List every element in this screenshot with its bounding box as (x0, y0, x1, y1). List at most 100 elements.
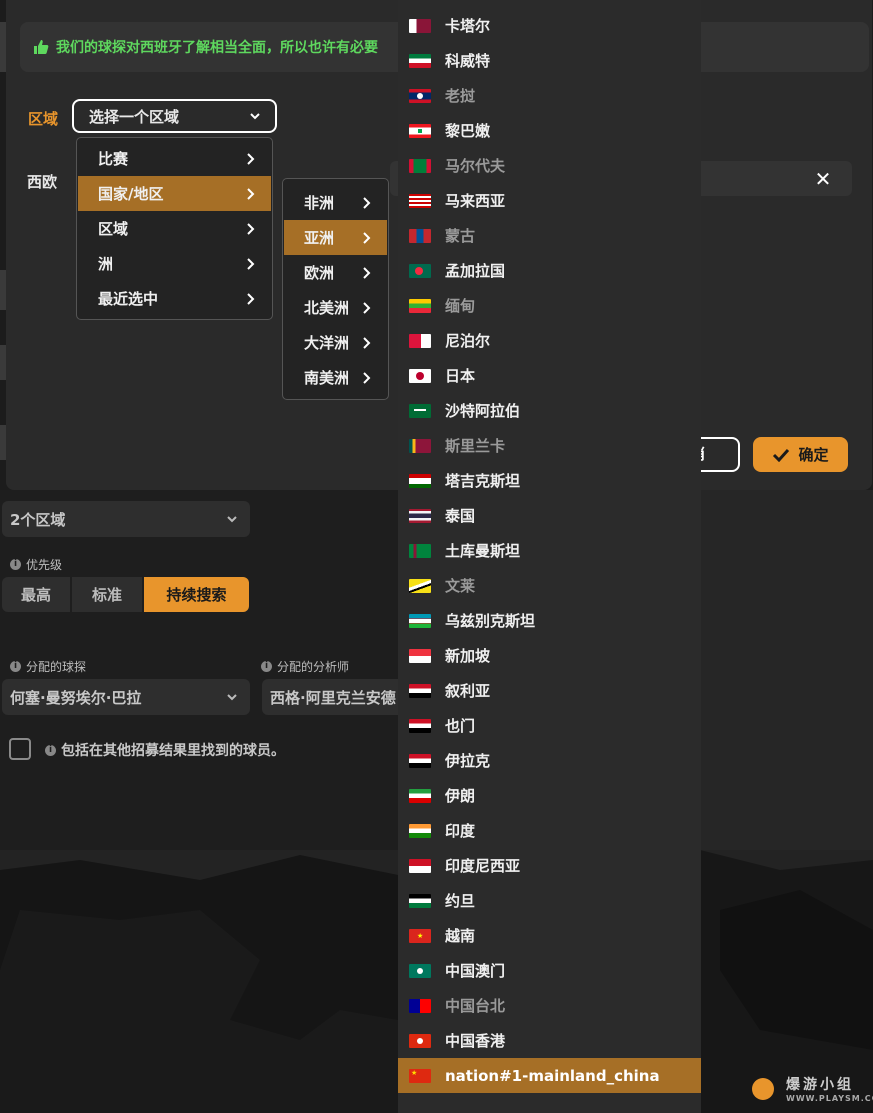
country-item[interactable]: 伊朗 (398, 778, 701, 813)
chevron-right-icon (363, 231, 371, 244)
menu-item-europe[interactable]: 欧洲 (284, 255, 387, 290)
country-item[interactable]: 印度尼西亚 (398, 848, 701, 883)
scout-select[interactable]: 何塞·曼努埃尔·巴拉 (2, 679, 250, 715)
menu-item-label: 洲 (98, 255, 114, 273)
chevron-right-icon (247, 152, 255, 165)
country-item[interactable]: 科威特 (398, 43, 701, 78)
country-item[interactable]: 中国台北 (398, 988, 701, 1023)
country-item[interactable]: 印度 (398, 813, 701, 848)
country-item[interactable]: 伊拉克 (398, 743, 701, 778)
edge-fragment (0, 425, 6, 460)
country-item[interactable]: 蒙古 (398, 218, 701, 253)
priority-option-standard[interactable]: 标准 (72, 577, 142, 612)
edge-fragment (0, 345, 6, 380)
country-item[interactable]: 老挝 (398, 78, 701, 113)
info-text: 我们的球探对西班牙了解相当全面，所以也许有必要 (56, 40, 378, 56)
country-item[interactable]: 塔吉克斯坦 (398, 463, 701, 498)
country-item[interactable]: 乌兹别克斯坦 (398, 603, 701, 638)
saudi-flag-icon (409, 403, 431, 418)
indonesia-flag-icon (409, 858, 431, 873)
thumbs-up-icon (34, 40, 49, 54)
country-name: 马尔代夫 (445, 157, 506, 175)
menu-item-recent[interactable]: 最近选中 (78, 281, 271, 316)
country-item[interactable]: 马来西亚 (398, 183, 701, 218)
country-item[interactable]: 尼泊尔 (398, 323, 701, 358)
country-item[interactable]: 文莱 (398, 568, 701, 603)
filter-type-menu: 比赛 国家/地区 区域 洲 最近选中 (76, 137, 273, 320)
include-label: i 包括在其他招募结果里找到的球员。 (45, 740, 285, 760)
menu-item-match[interactable]: 比赛 (78, 141, 271, 176)
menu-item-label: 大洋洲 (304, 334, 350, 352)
confirm-button[interactable]: 确定 (753, 437, 848, 472)
menu-item-continent[interactable]: 洲 (78, 246, 271, 281)
regions-field[interactable]: 2个区域 (2, 501, 250, 537)
country-item[interactable]: 斯里兰卡 (398, 428, 701, 463)
country-item[interactable]: 马尔代夫 (398, 148, 701, 183)
lebanon-flag-icon (409, 123, 431, 138)
country-item[interactable]: 叙利亚 (398, 673, 701, 708)
chevron-right-icon (247, 257, 255, 270)
country-item[interactable]: 中国香港 (398, 1023, 701, 1058)
menu-item-north-america[interactable]: 北美洲 (284, 290, 387, 325)
country-name: 乌兹别克斯坦 (445, 612, 536, 630)
country-name: 叙利亚 (445, 682, 491, 700)
country-name: 塔吉克斯坦 (445, 472, 521, 490)
country-item[interactable]: 黎巴嫩 (398, 113, 701, 148)
country-item[interactable]: 约旦 (398, 883, 701, 918)
include-checkbox[interactable] (9, 738, 31, 760)
info-icon: i (10, 559, 21, 570)
country-item[interactable]: 沙特阿拉伯 (398, 393, 701, 428)
country-item[interactable]: ★ nation#1-mainland_china (398, 1058, 701, 1093)
analyst-select[interactable]: 西格·阿里克兰安德 (262, 679, 398, 715)
country-name: 缅甸 (445, 297, 476, 315)
region-select[interactable]: 选择一个区域 (72, 99, 277, 133)
close-icon[interactable]: ✕ (812, 168, 834, 190)
menu-item-asia[interactable]: 亚洲 (284, 220, 387, 255)
country-item[interactable]: 孟加拉国 (398, 253, 701, 288)
scout-label-text: 分配的球探 (26, 660, 87, 674)
country-name: 黎巴嫩 (445, 122, 491, 140)
country-item[interactable]: 日本 (398, 358, 701, 393)
taipei-flag-icon (409, 998, 431, 1013)
priority-option-highest[interactable]: 最高 (2, 577, 70, 612)
priority-label: i 优先级 (10, 556, 62, 573)
region-select-value: 选择一个区域 (89, 107, 180, 126)
priority-option-label: 最高 (20, 586, 51, 604)
country-name: 尼泊尔 (445, 332, 491, 350)
menu-item-south-america[interactable]: 南美洲 (284, 360, 387, 395)
china-flag-icon: ★ (409, 1068, 431, 1083)
chevron-right-icon (363, 301, 371, 314)
country-item[interactable]: 中国澳门 (398, 953, 701, 988)
country-item[interactable]: ★ 越南 (398, 918, 701, 953)
country-name: 蒙古 (445, 227, 476, 245)
info-icon: i (45, 744, 56, 756)
priority-label-text: 优先级 (26, 558, 63, 572)
turkmenistan-flag-icon (409, 543, 431, 558)
menu-item-africa[interactable]: 非洲 (284, 185, 387, 220)
country-item[interactable]: 也门 (398, 708, 701, 743)
menu-item-label: 欧洲 (304, 264, 335, 282)
country-name: 伊拉克 (445, 752, 491, 770)
chevron-right-icon (363, 196, 371, 209)
menu-item-oceania[interactable]: 大洋洲 (284, 325, 387, 360)
country-name: 中国澳门 (445, 962, 506, 980)
menu-item-country[interactable]: 国家/地区 (78, 176, 271, 211)
menu-item-region[interactable]: 区域 (78, 211, 271, 246)
country-item[interactable]: 土库曼斯坦 (398, 533, 701, 568)
region-label: 区域 (28, 110, 59, 128)
menu-item-label: 非洲 (304, 194, 335, 212)
country-item[interactable]: 新加坡 (398, 638, 701, 673)
country-item[interactable]: 泰国 (398, 498, 701, 533)
country-name: 文莱 (445, 577, 476, 595)
chevron-right-icon (363, 266, 371, 279)
scout-value: 何塞·曼努埃尔·巴拉 (10, 688, 142, 707)
iran-flag-icon (409, 788, 431, 803)
country-item[interactable]: 缅甸 (398, 288, 701, 323)
tajikistan-flag-icon (409, 473, 431, 488)
brunei-flag-icon (409, 578, 431, 593)
country-name: 土库曼斯坦 (445, 542, 521, 560)
country-name: 斯里兰卡 (445, 437, 506, 455)
menu-item-label: 亚洲 (304, 229, 335, 247)
country-item[interactable]: 卡塔尔 (398, 8, 701, 43)
priority-option-continuous[interactable]: 持续搜索 (144, 577, 249, 612)
